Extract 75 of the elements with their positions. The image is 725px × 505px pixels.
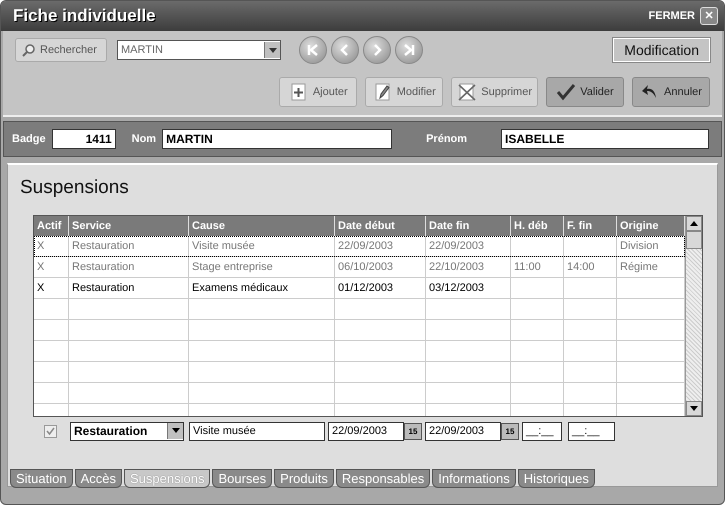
cross-document-icon — [457, 82, 478, 102]
calendar-button[interactable]: 15 — [501, 422, 519, 440]
table-cell: 22/09/2003 — [426, 236, 511, 256]
scroll-up-icon — [690, 221, 698, 226]
dropdown-arrow-icon — [172, 428, 180, 433]
table-row[interactable]: X Restauration Stage entreprise 06/10/2003 22/10/2003 11:00 14:00 Régime — [34, 257, 685, 278]
column-header[interactable]: Actif — [34, 216, 69, 236]
table-cell: Stage entreprise — [189, 257, 335, 277]
service-dropdown[interactable]: Restauration — [70, 422, 184, 440]
empty-table-row[interactable] — [34, 299, 685, 320]
empty-table-row[interactable] — [34, 383, 685, 404]
tab[interactable]: Situation — [10, 469, 73, 488]
prev-record-button[interactable] — [331, 36, 359, 64]
column-header[interactable]: Service — [69, 216, 189, 236]
table-cell: Restauration — [69, 278, 189, 298]
tab[interactable]: Bourses — [212, 469, 272, 488]
ok-button[interactable]: Valider — [546, 77, 624, 107]
table-cell: 01/12/2003 — [335, 278, 426, 298]
badge-label: Badge — [12, 133, 46, 145]
table-row[interactable]: X Restauration Examens médicaux 01/12/2003 03/12/2003 — [34, 278, 685, 299]
end-date-field[interactable]: 22/09/2003 — [425, 422, 501, 440]
table-cell: 22/09/2003 — [335, 236, 426, 256]
last-record-button[interactable] — [395, 36, 423, 64]
badge-field[interactable]: 1411 — [52, 129, 116, 149]
dropdown-arrow-icon — [268, 48, 276, 52]
section-title: Suspensions — [20, 177, 130, 200]
empty-table-row[interactable] — [34, 320, 685, 341]
tab[interactable]: Accès — [74, 469, 122, 488]
empty-table-row[interactable] — [34, 341, 685, 362]
table-cell: Visite musée — [189, 236, 335, 256]
next-record-button[interactable] — [363, 36, 391, 64]
table-cell: 22/10/2003 — [426, 257, 511, 277]
table-cell: Restauration — [69, 236, 189, 256]
start-time-field[interactable]: __:__ — [522, 422, 562, 440]
tab[interactable]: Produits — [274, 469, 334, 488]
search-icon — [22, 43, 36, 57]
window-title: Fiche individuelle — [13, 6, 156, 26]
cancel-button[interactable]: Annuler — [632, 77, 710, 107]
check-icon — [556, 82, 576, 102]
table-cell: 03/12/2003 — [426, 278, 511, 298]
table-cell: X — [34, 236, 69, 256]
scroll-down-icon — [690, 406, 698, 411]
table-cell: X — [34, 257, 69, 277]
close-button[interactable]: ✕ — [700, 7, 718, 25]
vertical-scrollbar[interactable] — [685, 216, 702, 416]
first-name-label: Prénom — [426, 133, 468, 145]
tab[interactable]: Informations — [432, 469, 516, 488]
column-header[interactable]: Date fin — [426, 216, 511, 236]
mode-indicator: Modification — [613, 38, 710, 62]
start-date-field[interactable]: 22/09/2003 — [328, 422, 404, 440]
table-cell: 14:00 — [564, 257, 617, 277]
table-cell: X — [34, 278, 69, 298]
name-field[interactable]: MARTIN — [162, 129, 392, 149]
column-header[interactable]: F. fin — [564, 216, 617, 236]
column-header[interactable]: Date début — [335, 216, 426, 236]
table-cell: Restauration — [69, 257, 189, 277]
search-combo[interactable]: MARTIN — [117, 40, 281, 60]
first-name-field[interactable]: ISABELLE — [501, 129, 710, 149]
name-label: Nom — [132, 133, 156, 145]
tab[interactable]: Historiques — [518, 469, 595, 488]
close-label: FERMER — [648, 10, 695, 22]
first-record-button[interactable] — [299, 36, 327, 64]
end-time-field[interactable]: __:__ — [568, 422, 615, 440]
column-header[interactable]: Cause — [189, 216, 335, 236]
cause-field[interactable]: Visite musée — [189, 422, 325, 440]
table-cell: 11:00 — [511, 257, 564, 277]
empty-table-row[interactable] — [34, 362, 685, 383]
table-cell: Examens médicaux — [189, 278, 335, 298]
active-checkbox[interactable] — [44, 424, 56, 438]
tab[interactable]: Responsables — [336, 469, 430, 488]
calendar-button[interactable]: 15 — [404, 422, 422, 440]
table-row[interactable]: X Restauration Visite musée 22/09/2003 22/09/2003 Division — [34, 236, 685, 257]
column-header[interactable]: H. déb — [511, 216, 564, 236]
table-cell: 06/10/2003 — [335, 257, 426, 277]
scroll-thumb[interactable] — [686, 231, 702, 249]
